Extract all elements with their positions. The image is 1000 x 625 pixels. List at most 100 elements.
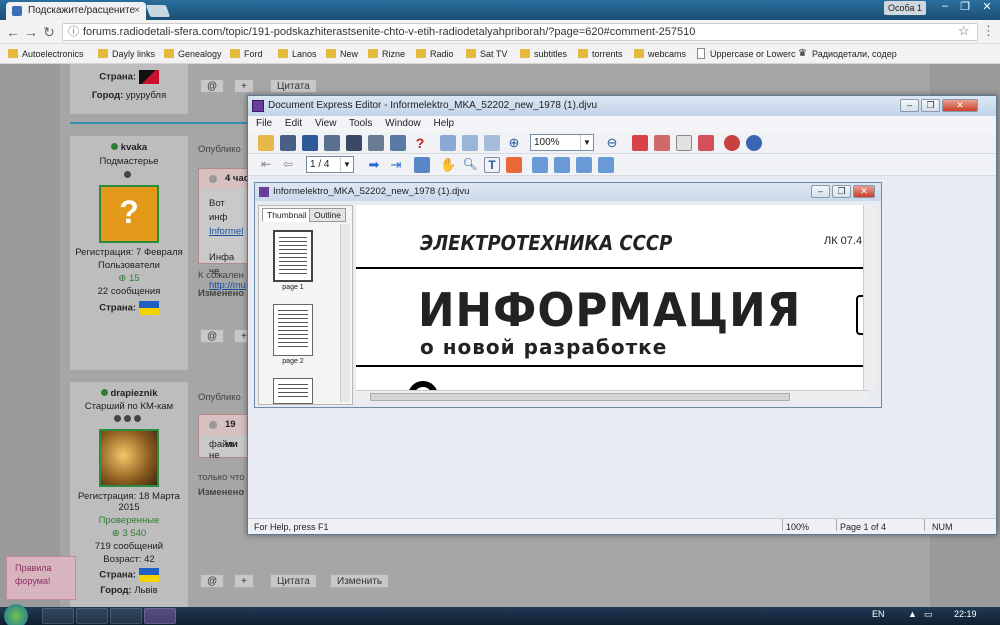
stretch-icon[interactable] [698,135,714,151]
explorer-taskbar-icon[interactable] [76,608,108,624]
bookmark-item[interactable]: Sat TV [466,48,507,60]
avatar[interactable]: ? [99,185,159,243]
bookmark-item[interactable]: Dayly links [98,48,155,60]
minimize-icon[interactable]: – [900,99,919,112]
quote-link[interactable]: Informel [209,225,243,239]
tray-arrow-icon[interactable]: ▲ [908,609,917,619]
close-icon[interactable]: ✕ [942,99,978,112]
window-titlebar[interactable]: Document Express Editor - Informelektro_… [248,96,996,116]
chevron-down-icon[interactable]: ▼ [580,135,593,150]
fit-page-icon[interactable] [632,135,648,151]
info-icon[interactable]: ⓘ [68,24,79,40]
menu-tools[interactable]: Tools [349,118,372,129]
forum-rules-link[interactable]: Правила форума! [6,556,76,600]
annotate-icon[interactable] [506,157,522,173]
select-text-icon[interactable] [576,157,592,173]
first-page-icon[interactable]: ⇤ [258,157,274,173]
bookmark-item[interactable]: New [326,48,358,60]
avatar[interactable] [99,429,159,487]
select-icon[interactable] [414,157,430,173]
actual-size-icon[interactable] [676,135,692,151]
bookmark-item[interactable]: Autoelectronics [8,48,84,60]
bookmark-item[interactable]: Ford [230,48,263,60]
scroll-thumb[interactable] [370,393,790,401]
magnifier-icon[interactable]: 🔍︎ [462,157,478,173]
menu-help[interactable]: Help [434,118,455,129]
username[interactable]: kvaka [121,142,147,153]
restore-icon[interactable]: ❐ [921,99,940,112]
menu-window[interactable]: Window [385,118,421,129]
bookmark-item[interactable]: Uppercase or Lowerc [696,48,796,60]
thumbnail-scrollbar[interactable] [340,224,350,402]
scan-icon[interactable] [302,135,318,151]
tab-close-icon[interactable]: × [134,2,140,20]
document-express-taskbar-icon[interactable] [144,608,176,624]
network-icon[interactable]: ▭ [924,609,933,620]
reload-icon[interactable]: ↻ [40,23,58,41]
bookmark-item[interactable]: Radio [416,48,454,60]
page-thumbnail[interactable] [273,230,313,282]
bookmark-item[interactable]: Genealogy [164,48,222,60]
menu-file[interactable]: File [256,118,272,129]
bookmark-item[interactable]: subtitles [520,48,567,60]
forward-arrow-icon[interactable]: → [22,23,40,41]
bookmark-item[interactable]: webcams [634,48,686,60]
clock[interactable]: 22:19 [954,609,977,619]
minimize-icon[interactable]: – [934,0,956,14]
restore-icon[interactable]: ❐ [832,185,851,198]
minimize-icon[interactable]: – [811,185,830,198]
find-icon[interactable] [346,135,362,151]
tab-thumbnail[interactable]: Thumbnail [262,208,312,222]
open-icon[interactable] [258,135,274,151]
start-button[interactable] [4,604,28,625]
chrome-taskbar-icon[interactable] [42,608,74,624]
language-indicator[interactable]: EN [872,609,885,619]
mention-button[interactable]: @ [200,329,225,343]
tab-outline[interactable]: Outline [309,208,346,222]
two-page-icon[interactable] [484,135,500,151]
multiquote-button[interactable]: + [234,79,254,93]
fit-width-icon[interactable] [654,135,670,151]
save-icon[interactable] [280,135,296,151]
page-view-icon[interactable] [440,135,456,151]
page-thumbnail[interactable] [273,378,313,404]
chevron-down-icon[interactable]: ▼ [340,157,353,172]
edit-button[interactable]: Изменить [330,574,390,588]
bookmark-star-icon[interactable]: ☆ [958,23,970,39]
print-icon[interactable] [368,135,384,151]
document-titlebar[interactable]: Informelektro_MKA_52202_new_1978 (1).djv… [255,183,881,201]
mention-button[interactable]: @ [200,574,225,588]
page-select[interactable]: 1 / 4 ▼ [306,156,354,173]
close-icon[interactable]: ✕ [853,185,875,198]
bookmark-item[interactable]: Lanos [278,48,317,60]
hand-tool-icon[interactable]: ✋ [440,157,456,173]
properties-icon[interactable] [390,135,406,151]
bookmark-item[interactable]: torrents [578,48,623,60]
mention-button[interactable]: @ [200,79,225,93]
zoom-out-icon[interactable]: ⊖ [604,135,620,151]
page-vertical-scrollbar[interactable] [863,205,875,390]
quote-button[interactable]: Цитата [270,79,317,93]
username[interactable]: drapieznik [111,388,158,399]
select-image-icon[interactable] [554,157,570,173]
next-page-icon[interactable]: ➡ [366,157,382,173]
browser-tab[interactable]: Подскажите/расцените × [6,2,146,20]
thumb-view-icon[interactable] [462,135,478,151]
address-bar[interactable]: ⓘ forums.radiodetali-sfera.com/topic/191… [62,23,978,41]
zoom-select[interactable]: 100% ▼ [530,134,594,151]
help-icon[interactable]: ? [412,135,428,151]
maximize-icon[interactable]: ❐ [954,0,976,14]
quote-button[interactable]: Цитата [270,574,317,588]
profile-button[interactable]: Особа 1 [884,1,926,15]
last-page-icon[interactable]: ⇥ [388,157,404,173]
rotate-left-icon[interactable] [724,135,740,151]
select-area-icon[interactable] [532,157,548,173]
page-horizontal-scrollbar[interactable] [356,390,868,402]
bookmark-item[interactable]: Rizne [368,48,405,60]
prev-page-icon[interactable]: ⇦ [280,157,296,173]
page-thumbnail[interactable] [273,304,313,356]
multiquote-button[interactable]: + [234,574,254,588]
app-taskbar-icon[interactable] [110,608,142,624]
zoom-in-icon[interactable]: ⊕ [506,135,522,151]
menu-view[interactable]: View [315,118,337,129]
